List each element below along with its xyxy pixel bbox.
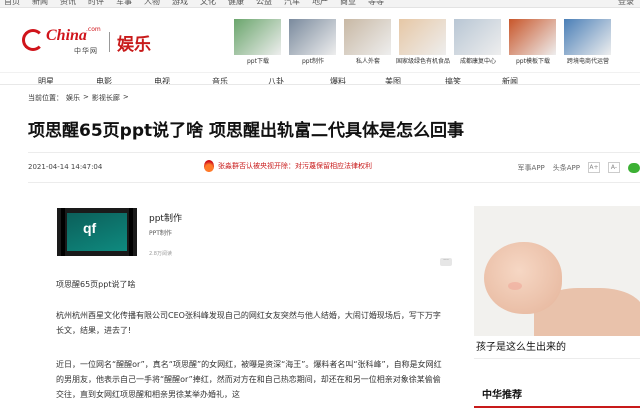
- more-options-button[interactable]: ···: [440, 258, 452, 266]
- nav-item[interactable]: 电视: [154, 76, 170, 87]
- promo-tile-image[interactable]: [454, 19, 501, 55]
- nav-item[interactable]: 八卦: [268, 76, 284, 87]
- sidebar-image-caption[interactable]: 孩子是这么生出来的: [474, 338, 640, 358]
- top-bar-links: 首页 新闻 资讯 时评 军事 人物 游戏 文化 健康 公益 汽车 地产 商业 等等: [4, 0, 384, 7]
- breadcrumb-item-film[interactable]: 影视长廊: [92, 93, 120, 103]
- hot-news-link[interactable]: 张淼群否认被央视开除：对污蔑保留相应法律权利: [204, 160, 372, 172]
- promo-tile-caption[interactable]: 私人外套: [340, 56, 396, 65]
- top-link[interactable]: 等等: [368, 0, 384, 7]
- promo-tile-image[interactable]: [234, 19, 281, 55]
- top-link[interactable]: 公益: [256, 0, 272, 7]
- meta-tools: 军事APP 头条APP A+ A-: [518, 162, 640, 173]
- logo-com: .com: [86, 26, 101, 33]
- promo-logo-text: qf: [83, 220, 97, 236]
- promo-tile-caption[interactable]: 跨境电商代运营: [560, 56, 616, 65]
- top-bar: 首页 新闻 资讯 时评 军事 人物 游戏 文化 健康 公益 汽车 地产 商业 等等 登录: [0, 0, 640, 8]
- font-increase-button[interactable]: A+: [588, 162, 600, 173]
- baby-head-shape: [484, 242, 562, 314]
- headline-app-link[interactable]: 头条APP: [553, 163, 580, 173]
- promo-tile[interactable]: 私人外套: [344, 19, 391, 66]
- promo-tile[interactable]: 国家级绿色有机食品: [396, 19, 450, 66]
- promo-tile[interactable]: ppt制作: [289, 19, 336, 66]
- display-stand-left: [61, 208, 65, 256]
- promo-tile-image[interactable]: [344, 19, 391, 55]
- promo-tile-image[interactable]: [509, 19, 556, 55]
- sidebar-heading: 中华推荐: [482, 390, 522, 401]
- promo-card-image[interactable]: qf: [57, 208, 137, 256]
- font-decrease-button[interactable]: A-: [608, 162, 620, 173]
- promo-tile-image[interactable]: [399, 19, 446, 55]
- nav-item[interactable]: 爆料: [330, 76, 346, 87]
- top-link[interactable]: 时评: [88, 0, 104, 7]
- promo-card[interactable]: qf ppt制作 PPT制作 2.8万阅读: [57, 208, 457, 268]
- breadcrumb-sep: >: [83, 93, 89, 101]
- article-paragraph: 项思醒65页ppt说了啥: [56, 280, 136, 289]
- site-logo[interactable]: China .com 中华网 娱乐: [22, 26, 152, 60]
- nav-item[interactable]: 新闻: [502, 76, 518, 87]
- channel-name[interactable]: 娱乐: [117, 30, 151, 55]
- promo-tile-caption[interactable]: ppt下载: [230, 56, 286, 65]
- top-link[interactable]: 新闻: [32, 0, 48, 7]
- logo-mark-icon: [22, 29, 44, 51]
- nav-item[interactable]: 明星: [38, 76, 54, 87]
- top-link[interactable]: 商业: [340, 0, 356, 7]
- meta-divider-bottom: [28, 182, 640, 183]
- hot-news-text[interactable]: 张淼群否认被央视开除：对污蔑保留相应法律权利: [218, 161, 372, 171]
- top-link[interactable]: 军事: [116, 0, 132, 7]
- promo-tile-image[interactable]: [564, 19, 611, 55]
- promo-tile[interactable]: 跨境电商代运营: [564, 19, 611, 66]
- publish-datetime: 2021-04-14 14:47:04: [28, 163, 103, 171]
- breadcrumb-item-ent[interactable]: 娱乐: [66, 93, 80, 103]
- baby-cheek-shape: [508, 282, 522, 290]
- promo-tile-image[interactable]: [289, 19, 336, 55]
- top-link[interactable]: 汽车: [284, 0, 300, 7]
- promo-tile[interactable]: 成都康复中心: [454, 19, 501, 66]
- top-link[interactable]: 首页: [4, 0, 20, 7]
- fire-icon: [204, 160, 214, 172]
- main-nav: 明星 电影 电视 音乐 八卦 爆料 美图 搞笑 新闻: [0, 72, 640, 90]
- nav-item[interactable]: 音乐: [212, 76, 228, 87]
- sidebar-divider: [474, 358, 640, 359]
- promo-tile[interactable]: ppt模板下载: [509, 19, 556, 66]
- promo-tile-caption[interactable]: ppt制作: [285, 56, 341, 65]
- article-paragraph: 近日，一位网名“醒醒or”，真名“项思醒”的女网红，被曝是资深“海王”。爆料者名…: [56, 360, 442, 399]
- login-link[interactable]: 登录: [618, 0, 634, 7]
- promo-card-title[interactable]: ppt制作: [149, 211, 182, 224]
- military-app-link[interactable]: 军事APP: [518, 163, 545, 173]
- promo-card-subtitle: PPT制作: [149, 230, 172, 237]
- top-bar-right: 登录: [618, 0, 634, 7]
- logo-text: China: [46, 27, 87, 44]
- header-divider: [0, 84, 640, 85]
- promo-screen: [67, 213, 127, 251]
- top-link[interactable]: 资讯: [60, 0, 76, 7]
- article-paragraph: 杭州杭州酉星文化传播有限公司CEO张科峰发现自己的网红女友突然与他人结婚，大闹订…: [56, 311, 441, 335]
- breadcrumb-sep: >: [122, 93, 129, 101]
- promo-tile-caption[interactable]: ppt模板下载: [505, 56, 561, 65]
- meta-divider-top: [28, 152, 640, 153]
- logo-cn: 中华网: [74, 47, 98, 55]
- breadcrumb: 当前位置： 娱乐 > 影视长廊 >: [28, 93, 129, 103]
- promo-tile[interactable]: ppt下载: [234, 19, 281, 66]
- promo-banner-row: ppt下载 ppt制作 私人外套 国家级绿色有机食品 成都康复中心 ppt模板下载 跨境电商…: [234, 19, 611, 66]
- nav-item[interactable]: 电影: [96, 76, 112, 87]
- top-link[interactable]: 地产: [312, 0, 328, 7]
- top-link[interactable]: 文化: [200, 0, 216, 7]
- nav-item[interactable]: 搞笑: [445, 76, 461, 87]
- top-link[interactable]: 健康: [228, 0, 244, 7]
- breadcrumb-prefix: 当前位置：: [28, 94, 63, 102]
- nav-item[interactable]: 美图: [385, 76, 401, 87]
- promo-card-reads: 2.8万阅读: [149, 251, 172, 257]
- site-header: China .com 中华网 娱乐 ppt下载 ppt制作 私人外套 国家级绿色有机食…: [0, 8, 640, 90]
- sidebar-heading-bar: [474, 406, 640, 408]
- logo-separator: [109, 32, 110, 52]
- promo-tile-caption[interactable]: 国家级绿色有机食品: [395, 56, 451, 65]
- sidebar-image[interactable]: [474, 206, 640, 336]
- wechat-share-icon[interactable]: [628, 162, 640, 173]
- top-link[interactable]: 人物: [144, 0, 160, 7]
- promo-tile-caption[interactable]: 成都康复中心: [450, 56, 506, 65]
- top-link[interactable]: 游戏: [172, 0, 188, 7]
- display-stand-right: [129, 208, 133, 256]
- page-title: 项思醒65页ppt说了啥 项思醒出轨富二代具体是怎么回事: [28, 121, 465, 141]
